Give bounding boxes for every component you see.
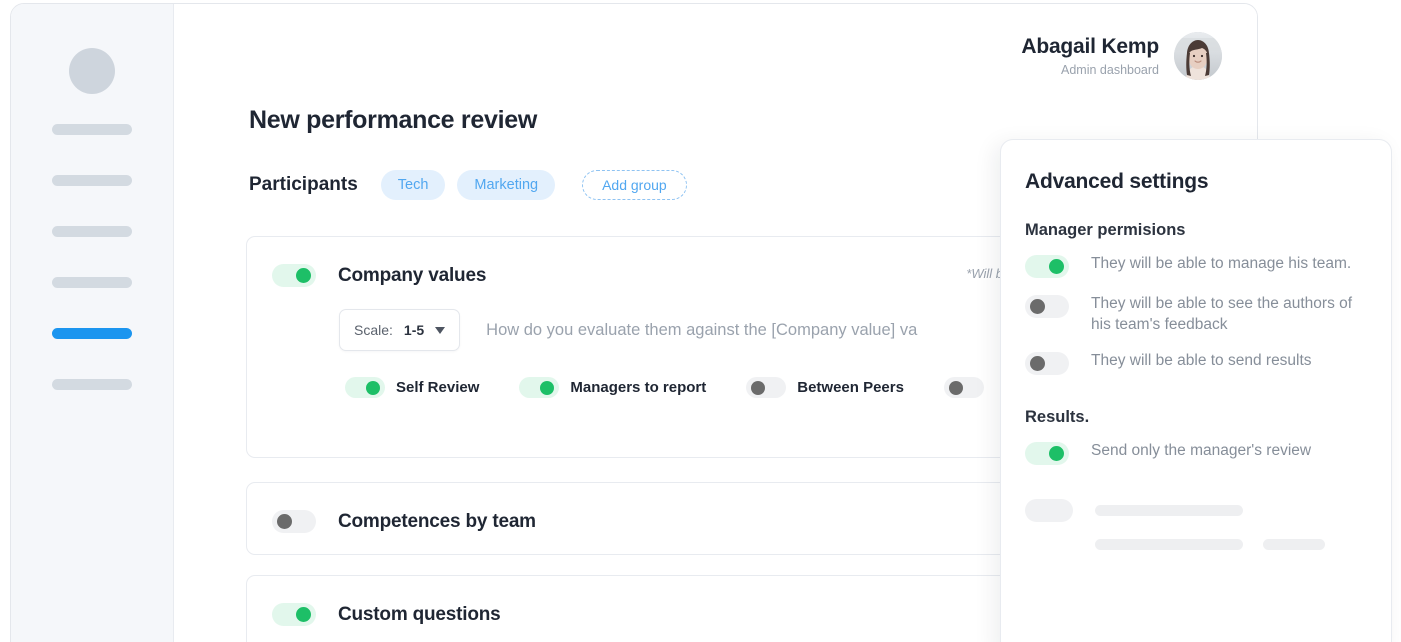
toggle-see-authors[interactable] bbox=[1025, 295, 1069, 318]
audience-item-managers-to-report[interactable]: Managers to report bbox=[519, 377, 706, 398]
skeleton-line-1 bbox=[1025, 499, 1367, 523]
skeleton-toggle-placeholder bbox=[1025, 499, 1073, 523]
toggle-knob bbox=[751, 380, 766, 395]
audience-label-self-review: Self Review bbox=[396, 379, 480, 396]
toggle-send-only-manager-review[interactable] bbox=[1025, 442, 1069, 466]
audience-toggle-row: Self Review Managers to report Between P… bbox=[247, 351, 1085, 398]
sidebar-item-2[interactable] bbox=[52, 175, 132, 186]
manager-permission-text-1: They will be able to manage his team. bbox=[1091, 255, 1352, 272]
toggle-between-peers[interactable] bbox=[746, 377, 787, 398]
audience-item-between-peers[interactable]: Between Peers bbox=[746, 377, 904, 398]
card-competences-by-team: Competences by team bbox=[246, 482, 1086, 555]
toggle-audience-4[interactable] bbox=[943, 377, 984, 398]
skeleton-bar-1 bbox=[1095, 505, 1243, 517]
manager-permission-text-3: They will be able to send results bbox=[1091, 352, 1312, 370]
sidebar-item-4[interactable] bbox=[52, 277, 132, 288]
toggle-knob bbox=[540, 380, 555, 395]
toggle-self-review[interactable] bbox=[345, 377, 385, 398]
user-header[interactable]: Abagail Kemp Admin dashboard bbox=[1021, 32, 1222, 80]
sidebar-avatar-placeholder bbox=[69, 48, 115, 94]
sidebar-item-3[interactable] bbox=[52, 226, 132, 237]
app-root: Abagail Kemp Admin dashboard New perform… bbox=[0, 0, 1401, 642]
audience-label-between-peers: Between Peers bbox=[797, 379, 904, 396]
profile-photo-icon bbox=[1174, 32, 1222, 80]
audience-label-managers-to-report: Managers to report bbox=[570, 379, 707, 396]
participant-group-tech[interactable]: Tech bbox=[380, 170, 446, 200]
card-custom-questions: Custom questions bbox=[246, 575, 1086, 642]
toggle-knob bbox=[277, 514, 292, 529]
toggle-knob bbox=[1030, 299, 1045, 314]
manager-permission-row-2[interactable]: They will be able to see the authors of … bbox=[1025, 293, 1367, 335]
participants-row: Participants Tech Marketing Add group bbox=[249, 170, 687, 200]
user-name: Abagail Kemp bbox=[1021, 35, 1159, 59]
question-row: Scale: 1-5 How do you evaluate them agai… bbox=[247, 287, 1085, 351]
sidebar bbox=[11, 4, 174, 642]
toggle-knob bbox=[1049, 446, 1064, 462]
card-custom-questions-title: Custom questions bbox=[338, 603, 501, 625]
toggle-competences-by-team[interactable] bbox=[272, 510, 316, 533]
user-role: Admin dashboard bbox=[1061, 62, 1159, 77]
results-row-1[interactable]: Send only the manager's review bbox=[1025, 440, 1367, 466]
audience-item-4-cutoff[interactable] bbox=[943, 377, 995, 398]
toggle-custom-questions[interactable] bbox=[272, 603, 316, 626]
skeleton-bar-3 bbox=[1263, 539, 1325, 551]
chevron-down-icon bbox=[435, 326, 446, 334]
avatar[interactable] bbox=[1174, 32, 1222, 80]
toggle-knob bbox=[1049, 259, 1064, 274]
card-company-values-header: Company values *Will be asked fo bbox=[247, 237, 1085, 287]
skeleton-placeholder-group bbox=[1025, 499, 1367, 551]
manager-permission-row-1[interactable]: They will be able to manage his team. bbox=[1025, 253, 1367, 278]
toggle-manage-team[interactable] bbox=[1025, 255, 1069, 278]
toggle-knob bbox=[366, 380, 380, 395]
advanced-settings-title: Advanced settings bbox=[1025, 170, 1209, 193]
toggle-knob bbox=[948, 380, 963, 395]
card-competences-header: Competences by team bbox=[247, 483, 1085, 533]
manager-permission-text-2: They will be able to see the authors of … bbox=[1091, 295, 1353, 334]
toggle-send-results[interactable] bbox=[1025, 352, 1069, 376]
sidebar-item-5-active[interactable] bbox=[52, 328, 132, 339]
card-company-values-title: Company values bbox=[338, 264, 487, 286]
skeleton-line-2 bbox=[1025, 539, 1367, 551]
advanced-settings-panel: Advanced settings Manager permisions The… bbox=[1000, 139, 1392, 642]
manager-permissions-title: Manager permisions bbox=[1025, 221, 1186, 239]
results-title: Results. bbox=[1025, 408, 1090, 427]
user-text: Abagail Kemp Admin dashboard bbox=[1021, 35, 1159, 77]
toggle-knob bbox=[296, 268, 311, 283]
card-custom-questions-header: Custom questions bbox=[247, 576, 1085, 626]
question-text: How do you evaluate them against the [Co… bbox=[486, 320, 918, 339]
participant-group-marketing[interactable]: Marketing bbox=[457, 170, 556, 200]
scale-value: 1-5 bbox=[403, 322, 425, 338]
card-competences-title: Competences by team bbox=[338, 510, 536, 532]
toggle-knob bbox=[296, 607, 311, 622]
skeleton-bar-2 bbox=[1095, 539, 1243, 551]
scale-prefix-label: Scale: bbox=[354, 322, 393, 338]
audience-item-self-review[interactable]: Self Review bbox=[345, 377, 479, 398]
card-company-values: Company values *Will be asked fo Scale: … bbox=[246, 236, 1086, 458]
scale-dropdown[interactable]: Scale: 1-5 bbox=[339, 309, 461, 351]
toggle-managers-to-report[interactable] bbox=[519, 377, 560, 398]
results-text-1: Send only the manager's review bbox=[1091, 442, 1312, 460]
manager-permission-row-3[interactable]: They will be able to send results bbox=[1025, 350, 1367, 376]
toggle-company-values[interactable] bbox=[272, 264, 316, 287]
toggle-knob bbox=[1030, 356, 1045, 372]
sidebar-item-1[interactable] bbox=[52, 124, 132, 135]
sidebar-item-6[interactable] bbox=[52, 379, 132, 390]
page-title: New performance review bbox=[249, 106, 537, 134]
add-group-button[interactable]: Add group bbox=[582, 170, 687, 200]
participants-label: Participants bbox=[249, 174, 358, 195]
